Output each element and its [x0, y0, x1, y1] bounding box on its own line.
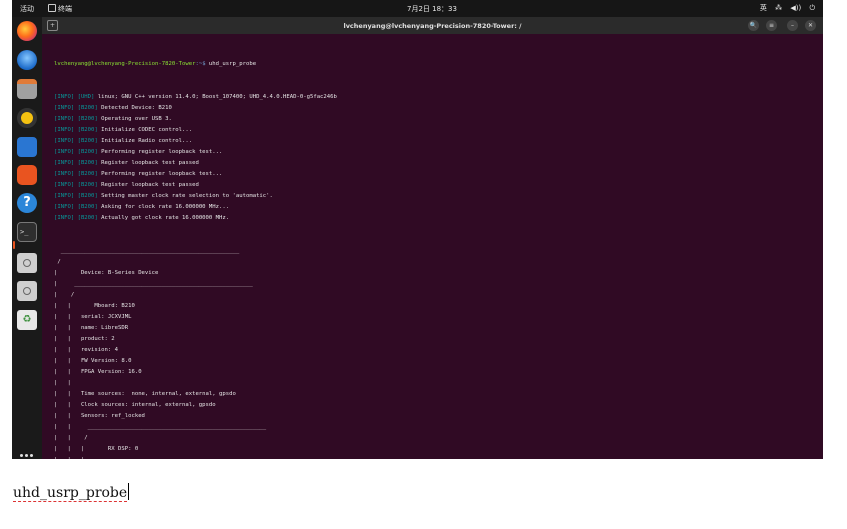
thunderbird-icon[interactable]	[17, 50, 37, 70]
tree-line: | ______________________________________…	[54, 281, 253, 287]
log-tag: [INFO] [B200]	[54, 160, 98, 166]
firefox-icon[interactable]	[17, 21, 37, 41]
log-line: [INFO] [B200] Actually got clock rate 16…	[54, 213, 823, 224]
log-message: Detected Device: B210	[97, 105, 172, 111]
writer-icon[interactable]	[17, 137, 37, 157]
top-bar: 活动 终端 7月2日 18：33 英 ⁂ ◀)) ⏻	[12, 0, 823, 17]
tree-line: /	[54, 259, 61, 265]
log-line: [INFO] [B200] Operating over USB 3.	[54, 114, 823, 125]
prompt-path: :~$	[195, 61, 206, 67]
log-lines: [INFO] [UHD] linux; GNU C++ version 11.4…	[54, 92, 823, 224]
terminal-title: lvchenyang@lvchenyang-Precision-7820-Tow…	[343, 22, 522, 30]
log-message: Register loopback test passed	[97, 160, 199, 166]
terminal-icon[interactable]: >_	[17, 222, 37, 242]
tree-line: | Device: B-Series Device	[54, 270, 159, 276]
log-line: [INFO] [B200] Performing register loopba…	[54, 147, 823, 158]
log-tag: [INFO] [B200]	[54, 138, 98, 144]
log-line: [INFO] [B200] Asking for clock rate 16.0…	[54, 202, 823, 213]
tree-line: | |	[54, 380, 71, 386]
log-line: [INFO] [B200] Initialize Radio control..…	[54, 136, 823, 147]
tree-line: | | |	[54, 455, 823, 459]
log-line: [INFO] [B200] Initialize CODEC control..…	[54, 125, 823, 136]
disk-icon[interactable]	[17, 253, 37, 273]
log-tag: [INFO] [B200]	[54, 193, 98, 199]
tree-line: ________________________________________…	[54, 248, 240, 254]
log-tag: [INFO] [B200]	[54, 116, 98, 122]
tree-line: | | /	[54, 435, 88, 441]
search-icon[interactable]: 🔍	[748, 20, 759, 31]
help-icon[interactable]: ?	[17, 193, 37, 213]
prompt-line: lvchenyang@lvchenyang-Precision-7820-Tow…	[54, 59, 823, 70]
caption-text: uhd_usrp_probe	[13, 485, 128, 502]
document-text[interactable]: uhd_usrp_probe	[13, 483, 130, 502]
tree-line: | | Clock sources: internal, external, g…	[54, 402, 216, 408]
desktop-screenshot: 活动 终端 7月2日 18：33 英 ⁂ ◀)) ⏻ ? >_ ♻ + lvch…	[12, 0, 823, 459]
tree-line: | | | RX DSP: 0	[54, 446, 139, 452]
tree-line: | | Sensors: ref_locked	[54, 413, 145, 419]
log-line: [INFO] [UHD] linux; GNU C++ version 11.4…	[54, 92, 823, 103]
app-store-icon[interactable]	[17, 165, 37, 185]
trash-icon[interactable]: ♻	[17, 310, 37, 330]
power-icon[interactable]: ⏻	[809, 4, 815, 12]
log-line: [INFO] [B200] Performing register loopba…	[54, 169, 823, 180]
log-message: Performing register loopback test...	[97, 171, 223, 177]
tree-line: | | name: LibreSDR	[54, 325, 129, 331]
tree-line: | | ____________________________________…	[54, 424, 267, 430]
terminal-output[interactable]: lvchenyang@lvchenyang-Precision-7820-Tow…	[54, 37, 823, 459]
input-method-indicator[interactable]: 英	[760, 4, 767, 12]
log-tag: [INFO] [UHD]	[54, 94, 95, 100]
activities-button[interactable]: 活动	[20, 4, 34, 14]
menu-icon[interactable]: ≡	[766, 20, 777, 31]
tree-line: | | serial: JCXVJML	[54, 314, 132, 320]
tree-line: | | Mboard: B210	[54, 303, 135, 309]
files-icon[interactable]	[17, 79, 37, 99]
log-message: Register loopback test passed	[97, 182, 199, 188]
log-message: Actually got clock rate 16.000000 MHz.	[97, 215, 230, 221]
log-tag: [INFO] [B200]	[54, 127, 98, 133]
show-apps-icon[interactable]	[20, 454, 34, 459]
volume-icon[interactable]: ◀))	[790, 4, 801, 12]
app-menu[interactable]: 终端	[48, 4, 72, 14]
log-message: Setting master clock rate selection to '…	[97, 193, 273, 199]
log-message: Operating over USB 3.	[97, 116, 172, 122]
log-line: [INFO] [B200] Register loopback test pas…	[54, 180, 823, 191]
log-message: Asking for clock rate 16.000000 MHz...	[97, 204, 230, 210]
log-message: Initialize Radio control...	[97, 138, 193, 144]
tree-line: | /	[54, 292, 75, 298]
log-line: [INFO] [B200] Setting master clock rate …	[54, 191, 823, 202]
system-tray[interactable]: 英 ⁂ ◀)) ⏻	[754, 3, 815, 13]
tree-line: | | Time sources: none, internal, extern…	[54, 391, 236, 397]
terminal-app-icon	[48, 4, 56, 12]
terminal-header-bar: + lvchenyang@lvchenyang-Precision-7820-T…	[42, 17, 823, 34]
close-icon[interactable]: ✕	[805, 20, 816, 31]
tree-line: | | revision: 4	[54, 347, 118, 353]
minimize-icon[interactable]: –	[787, 20, 798, 31]
log-tag: [INFO] [B200]	[54, 215, 98, 221]
log-tag: [INFO] [B200]	[54, 105, 98, 111]
log-message: linux; GNU C++ version 11.4.0; Boost_107…	[94, 94, 337, 100]
text-cursor	[128, 483, 130, 500]
clock[interactable]: 7月2日 18：33	[392, 4, 472, 14]
tree-lines: ________________________________________…	[54, 246, 823, 459]
log-message: Initialize CODEC control...	[97, 127, 193, 133]
log-tag: [INFO] [B200]	[54, 171, 98, 177]
disk-icon-2[interactable]	[17, 281, 37, 301]
tree-line: | | product: 2	[54, 336, 115, 342]
prompt-user: lvchenyang@lvchenyang-Precision-7820-Tow…	[54, 61, 196, 67]
dock: ? >_ ♻	[12, 17, 42, 459]
active-indicator	[13, 241, 15, 249]
command-text: uhd_usrp_probe	[205, 61, 257, 67]
network-icon[interactable]: ⁂	[775, 4, 782, 12]
log-tag: [INFO] [B200]	[54, 204, 98, 210]
log-tag: [INFO] [B200]	[54, 149, 98, 155]
tree-line: | | FPGA Version: 16.0	[54, 369, 142, 375]
log-line: [INFO] [B200] Detected Device: B210	[54, 103, 823, 114]
tree-line: | | FW Version: 8.0	[54, 358, 132, 364]
log-line: [INFO] [B200] Register loopback test pas…	[54, 158, 823, 169]
rhythmbox-icon[interactable]	[17, 108, 37, 128]
log-message: Performing register loopback test...	[97, 149, 223, 155]
log-tag: [INFO] [B200]	[54, 182, 98, 188]
app-menu-label: 终端	[58, 5, 72, 13]
